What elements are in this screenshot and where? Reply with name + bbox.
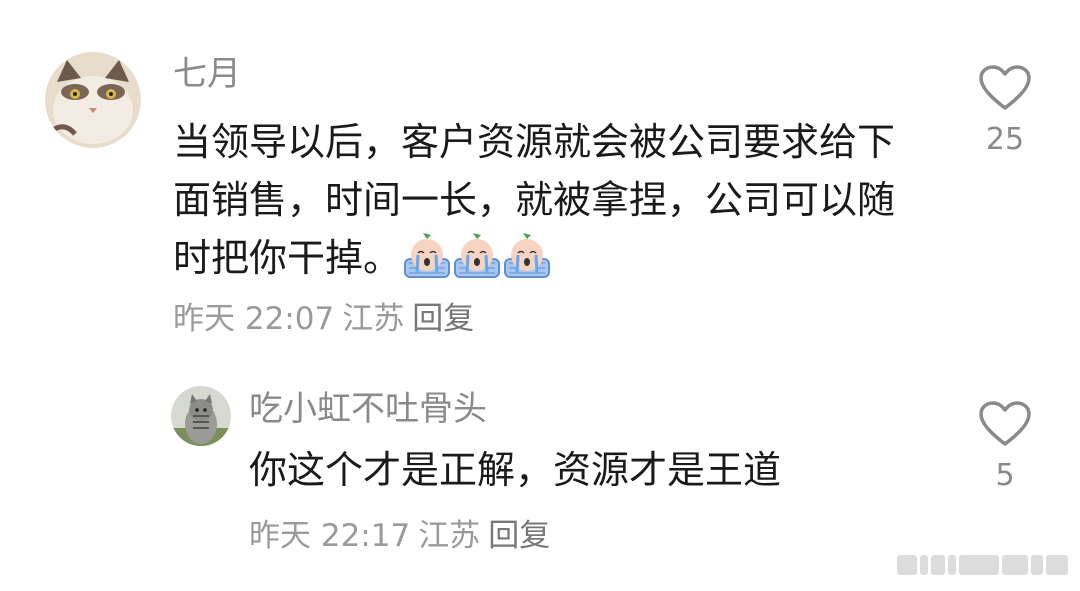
comment-text: 你这个才是正解，资源才是王道 [249, 448, 782, 492]
comment-username[interactable]: 吃小虹不吐骨头 [249, 389, 487, 429]
crying-emoji-icon [403, 231, 553, 295]
comment-location: 江苏 [418, 518, 481, 554]
heart-icon [979, 65, 1031, 110]
like-button[interactable]: 5 [970, 400, 1040, 494]
reply-button[interactable]: 回复 [488, 518, 550, 554]
comment-meta: 昨天 22:17 江苏 回复 [249, 516, 558, 556]
comment-username[interactable]: 七月 [173, 54, 241, 94]
comment-meta: 昨天 22:07 江苏 回复 [173, 299, 482, 339]
watermark [897, 553, 1068, 577]
comment-time: 昨天 22:07 [173, 301, 335, 337]
heart-icon [979, 401, 1031, 446]
avatar[interactable] [171, 386, 231, 446]
comment-text: 当领导以后，客户资源就会被公司要求给下面销售，时间一长，就被拿捏，公司可以随时把… [173, 113, 913, 295]
comment-time: 昨天 22:17 [249, 518, 411, 554]
like-button[interactable]: 25 [970, 64, 1040, 158]
avatar[interactable] [45, 52, 141, 148]
like-count: 25 [985, 122, 1025, 157]
comment-location: 江苏 [342, 301, 405, 337]
like-count: 5 [995, 458, 1015, 493]
reply-button[interactable]: 回复 [412, 301, 474, 337]
